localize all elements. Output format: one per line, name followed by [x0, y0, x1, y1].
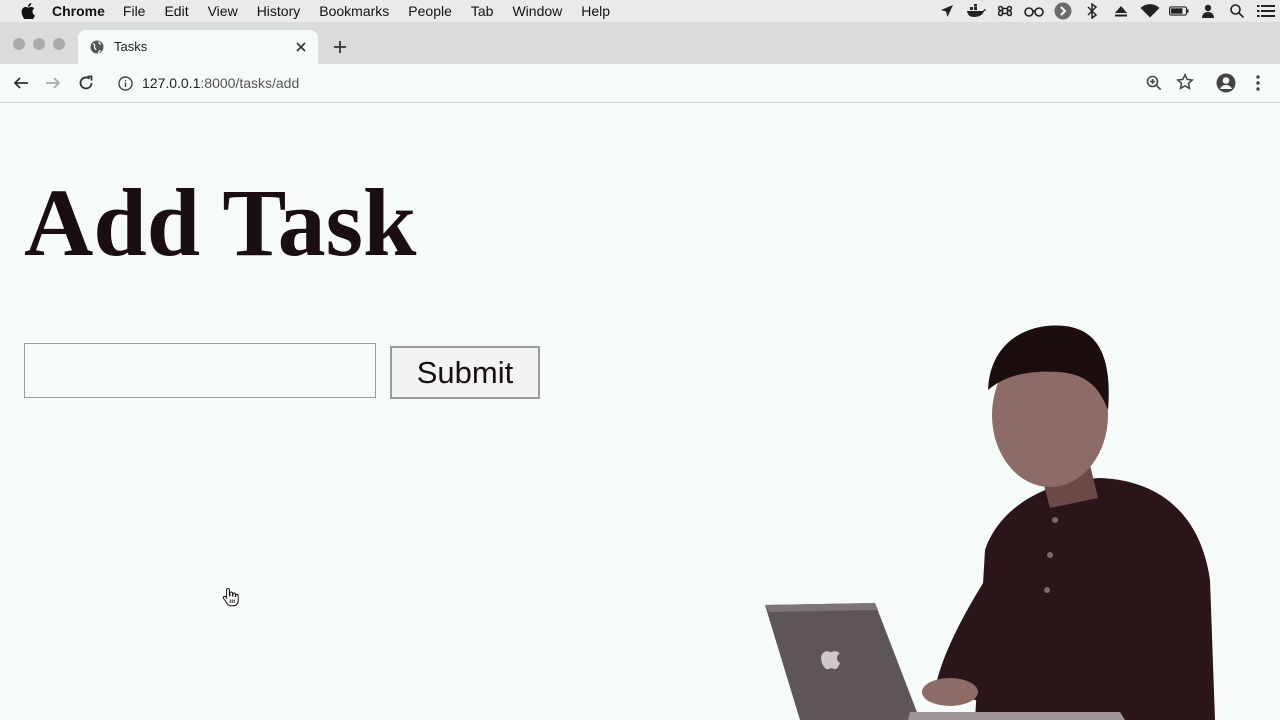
window-minimize-button[interactable]	[33, 38, 45, 50]
bookmark-star-icon[interactable]	[1176, 73, 1194, 91]
list-icon[interactable]	[1256, 3, 1276, 19]
task-input[interactable]	[24, 343, 376, 398]
search-icon[interactable]	[1227, 3, 1247, 19]
apple-icon[interactable]	[20, 3, 36, 19]
menu-bookmarks[interactable]: Bookmarks	[319, 3, 389, 19]
menu-bar-status-area	[932, 0, 1280, 22]
eject-icon[interactable]	[1111, 3, 1131, 19]
glasses-icon[interactable]	[1023, 3, 1044, 19]
new-tab-plus-icon[interactable]	[332, 39, 348, 55]
menu-view[interactable]: View	[208, 3, 238, 19]
back-arrow-icon[interactable]	[12, 74, 30, 92]
info-icon[interactable]	[118, 76, 133, 91]
menu-people[interactable]: People	[408, 3, 452, 19]
address-bar[interactable]: 127.0.0.1:8000/tasks/add	[108, 68, 1178, 98]
tab-tasks[interactable]: Tasks	[78, 30, 318, 64]
presenter-photo	[765, 325, 1215, 720]
more-menu-icon[interactable]	[1250, 73, 1266, 93]
url-text[interactable]: 127.0.0.1:8000/tasks/add	[142, 75, 299, 91]
hand-pointer-cursor-icon	[222, 587, 240, 607]
docker-icon[interactable]	[966, 3, 986, 19]
battery-icon[interactable]	[1168, 3, 1189, 19]
reload-icon[interactable]	[77, 74, 95, 92]
menu-file[interactable]: File	[123, 3, 146, 19]
macos-menu-bar: Chrome File Edit View History Bookmarks …	[0, 0, 1280, 22]
window-zoom-button[interactable]	[53, 38, 65, 50]
menu-help[interactable]: Help	[581, 3, 610, 19]
menu-history[interactable]: History	[257, 3, 301, 19]
submit-button[interactable]: Submit	[390, 346, 540, 399]
menu-tab[interactable]: Tab	[471, 3, 494, 19]
circle-arrow-icon[interactable]	[1053, 2, 1073, 20]
command-icon[interactable]	[995, 3, 1015, 19]
url-host: 127.0.0.1	[142, 75, 201, 91]
menu-edit[interactable]: Edit	[164, 3, 188, 19]
zoom-icon[interactable]	[1146, 75, 1162, 91]
tab-strip: Tasks	[0, 22, 1280, 64]
close-icon[interactable]	[294, 40, 308, 54]
user-icon[interactable]	[1198, 3, 1218, 19]
menu-window[interactable]: Window	[512, 3, 562, 19]
page-title: Add Task	[24, 169, 417, 276]
location-icon[interactable]	[937, 3, 957, 19]
forward-arrow-icon[interactable]	[44, 74, 62, 92]
bluetooth-icon[interactable]	[1082, 3, 1102, 19]
window-close-button[interactable]	[13, 38, 25, 50]
browser-toolbar: 127.0.0.1:8000/tasks/add	[0, 64, 1280, 103]
menu-app-name[interactable]: Chrome	[52, 3, 105, 19]
globe-icon	[90, 40, 104, 54]
wifi-icon[interactable]	[1140, 3, 1160, 19]
profile-avatar-icon[interactable]	[1216, 73, 1236, 93]
url-path: :8000/tasks/add	[200, 75, 300, 91]
tab-title: Tasks	[114, 39, 148, 54]
